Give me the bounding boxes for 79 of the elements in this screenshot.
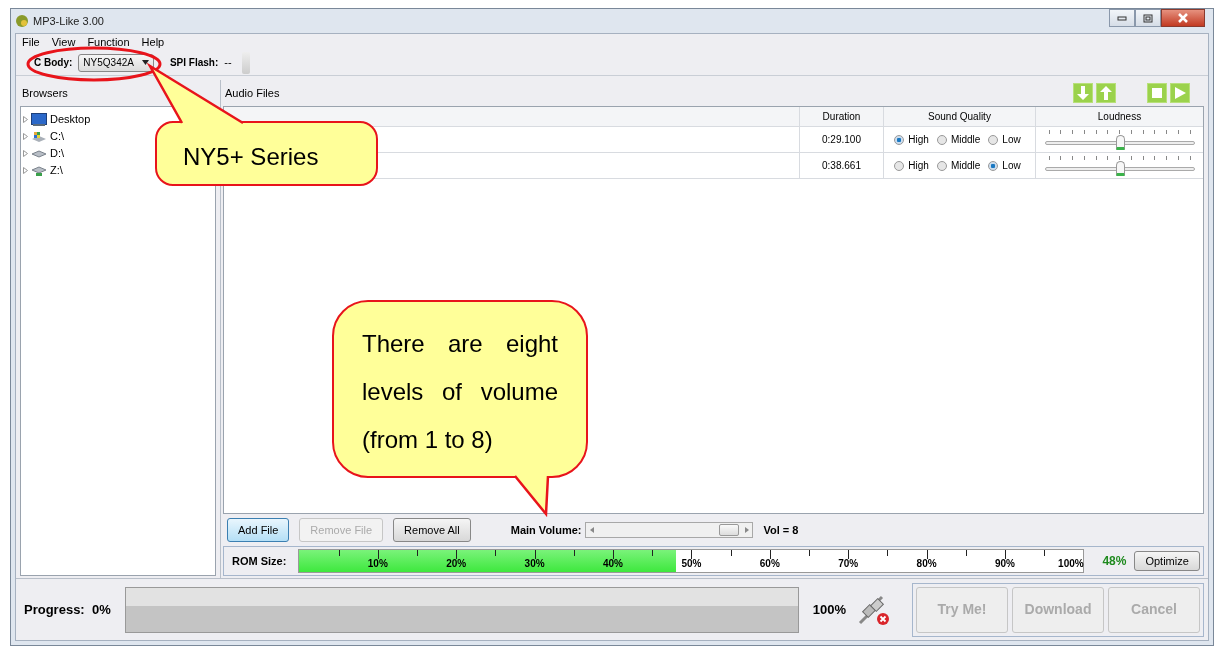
expand-icon[interactable] [23,116,28,123]
menu-item[interactable]: File [22,33,40,51]
callout: There are eight levels of volume (from 1 to 8) [332,300,588,478]
radio-button[interactable] [936,134,947,145]
field-label: Main Volume: [510,522,582,538]
maximize-button[interactable] [1135,9,1161,27]
caret-icon [141,60,149,65]
tick-label: 30% [524,557,545,571]
ic-body-dropdown[interactable]: NY5Q342A [78,53,154,72]
minimize-button[interactable] [1109,9,1135,27]
minimize-icon [1117,15,1127,21]
move-up-icon[interactable] [1095,83,1116,103]
callout-pointer [513,474,550,518]
app-icon [15,14,29,28]
tree-item[interactable]: C:\ [50,128,65,145]
tree-item[interactable]: Z:\ [50,162,63,179]
panel-title: Browsers [22,85,68,101]
menu-item[interactable]: Help [141,33,165,51]
optimize-button[interactable]: Optimize [1134,551,1200,571]
stop-icon[interactable] [1147,83,1168,103]
table-cell: 0:38.661 [799,153,883,178]
monitor-icon [31,113,47,126]
progress-label: 100% [812,600,846,619]
radio-label: High [908,133,929,147]
tick-label: 100% [1058,557,1084,571]
tree-item[interactable]: Desktop [50,111,91,128]
expand-icon[interactable] [23,167,28,174]
drive-icon [31,148,47,159]
radio-button[interactable] [936,160,947,171]
radio-label: Middle [950,159,981,173]
tick-label: 90% [995,557,1015,571]
tick-label: 80% [916,557,937,571]
play-icon[interactable] [1170,83,1190,103]
column-header[interactable]: Loudness [1035,107,1203,126]
file-button[interactable]: Remove All [393,518,471,542]
radio-label: Middle [950,133,981,147]
progress-label: Progress: 0% [24,600,111,619]
drive-icon [31,164,47,177]
tick-label: 10% [367,557,388,571]
tick-label: 20% [446,557,467,571]
radio-button[interactable] [894,160,905,171]
radio-button[interactable] [988,134,999,145]
field-label: C Body: [34,56,73,70]
left-arrow-icon[interactable] [589,526,594,533]
column-header[interactable]: Duration [799,107,883,126]
tick-label: 60% [759,557,780,571]
panel-title: Audio Files [225,85,280,101]
tree-item[interactable]: D:\ [50,145,65,162]
maximize-icon [1143,13,1153,23]
loudness-slider[interactable] [1044,154,1195,177]
radio-button[interactable] [988,160,999,171]
expand-icon[interactable] [23,133,28,140]
window-title: MP3-Like 3.00 [33,13,104,29]
expand-icon[interactable] [23,150,28,157]
column-header[interactable]: Sound Quality [883,107,1035,126]
volume-reading: Vol = 8 [763,522,799,538]
radio-button[interactable] [894,134,905,145]
tick-label: 40% [603,557,623,571]
tick-label: 50% [681,557,702,571]
loudness-slider[interactable] [1044,128,1195,151]
close-icon [1177,13,1189,23]
file-button[interactable]: Add File [227,518,290,542]
drive-icon [31,130,47,143]
tick-label: 70% [838,557,859,571]
menu-item[interactable]: Function [87,33,130,51]
field-value: -- [224,55,232,71]
move-down-icon[interactable] [1073,83,1093,103]
radio-label: Low [1002,159,1021,173]
menu-item[interactable]: View [51,33,76,51]
volume-scrollbar[interactable] [585,522,754,538]
close-button[interactable] [1161,9,1205,27]
radio-label: Low [1002,133,1021,147]
right-arrow-icon[interactable] [744,526,749,533]
radio-label: High [908,159,929,173]
toolbar-grip[interactable] [241,51,250,74]
table-cell: 0:29.100 [799,127,883,152]
field-label: ROM Size: [232,553,287,569]
field-label: SPI Flash: [169,56,219,70]
percent-reading: 48% [1102,553,1127,570]
